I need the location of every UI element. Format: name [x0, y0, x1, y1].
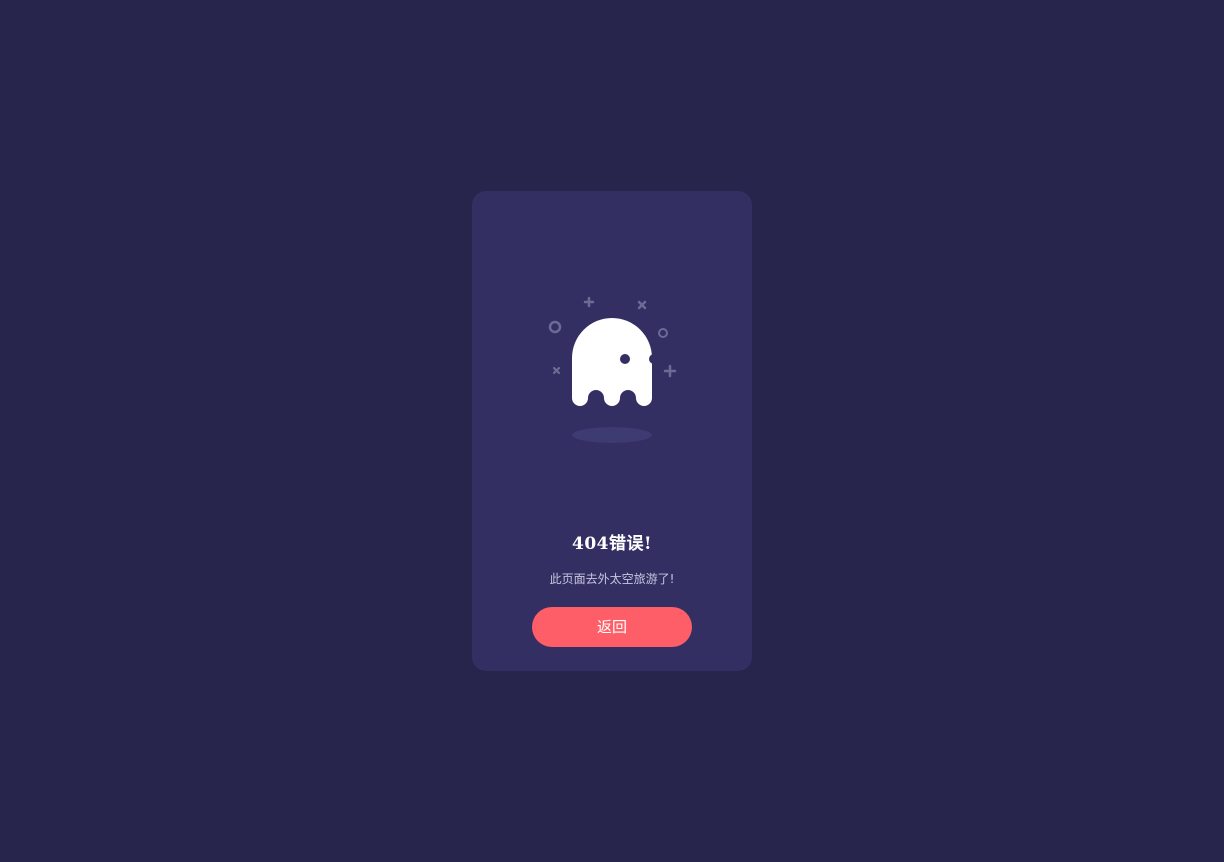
circle-icon	[658, 328, 668, 338]
plus-icon	[583, 296, 595, 308]
ghost-scene-svg	[548, 296, 677, 443]
ghost-eye	[649, 354, 659, 364]
ghost-shadow	[572, 427, 652, 443]
cross-icon	[552, 366, 561, 375]
ghost-icon	[572, 318, 659, 406]
error-message: 此页面去外太空旅游了!	[549, 572, 675, 586]
plus-icon	[663, 364, 677, 378]
cross-icon	[637, 300, 647, 310]
error-title: 404错误!	[572, 534, 652, 554]
ghost-eye	[620, 354, 630, 364]
circle-icon	[548, 320, 562, 334]
ghost-illustration	[532, 291, 692, 461]
back-button[interactable]: 返回	[532, 607, 692, 647]
error-card: 404错误! 此页面去外太空旅游了! 返回	[472, 191, 752, 671]
